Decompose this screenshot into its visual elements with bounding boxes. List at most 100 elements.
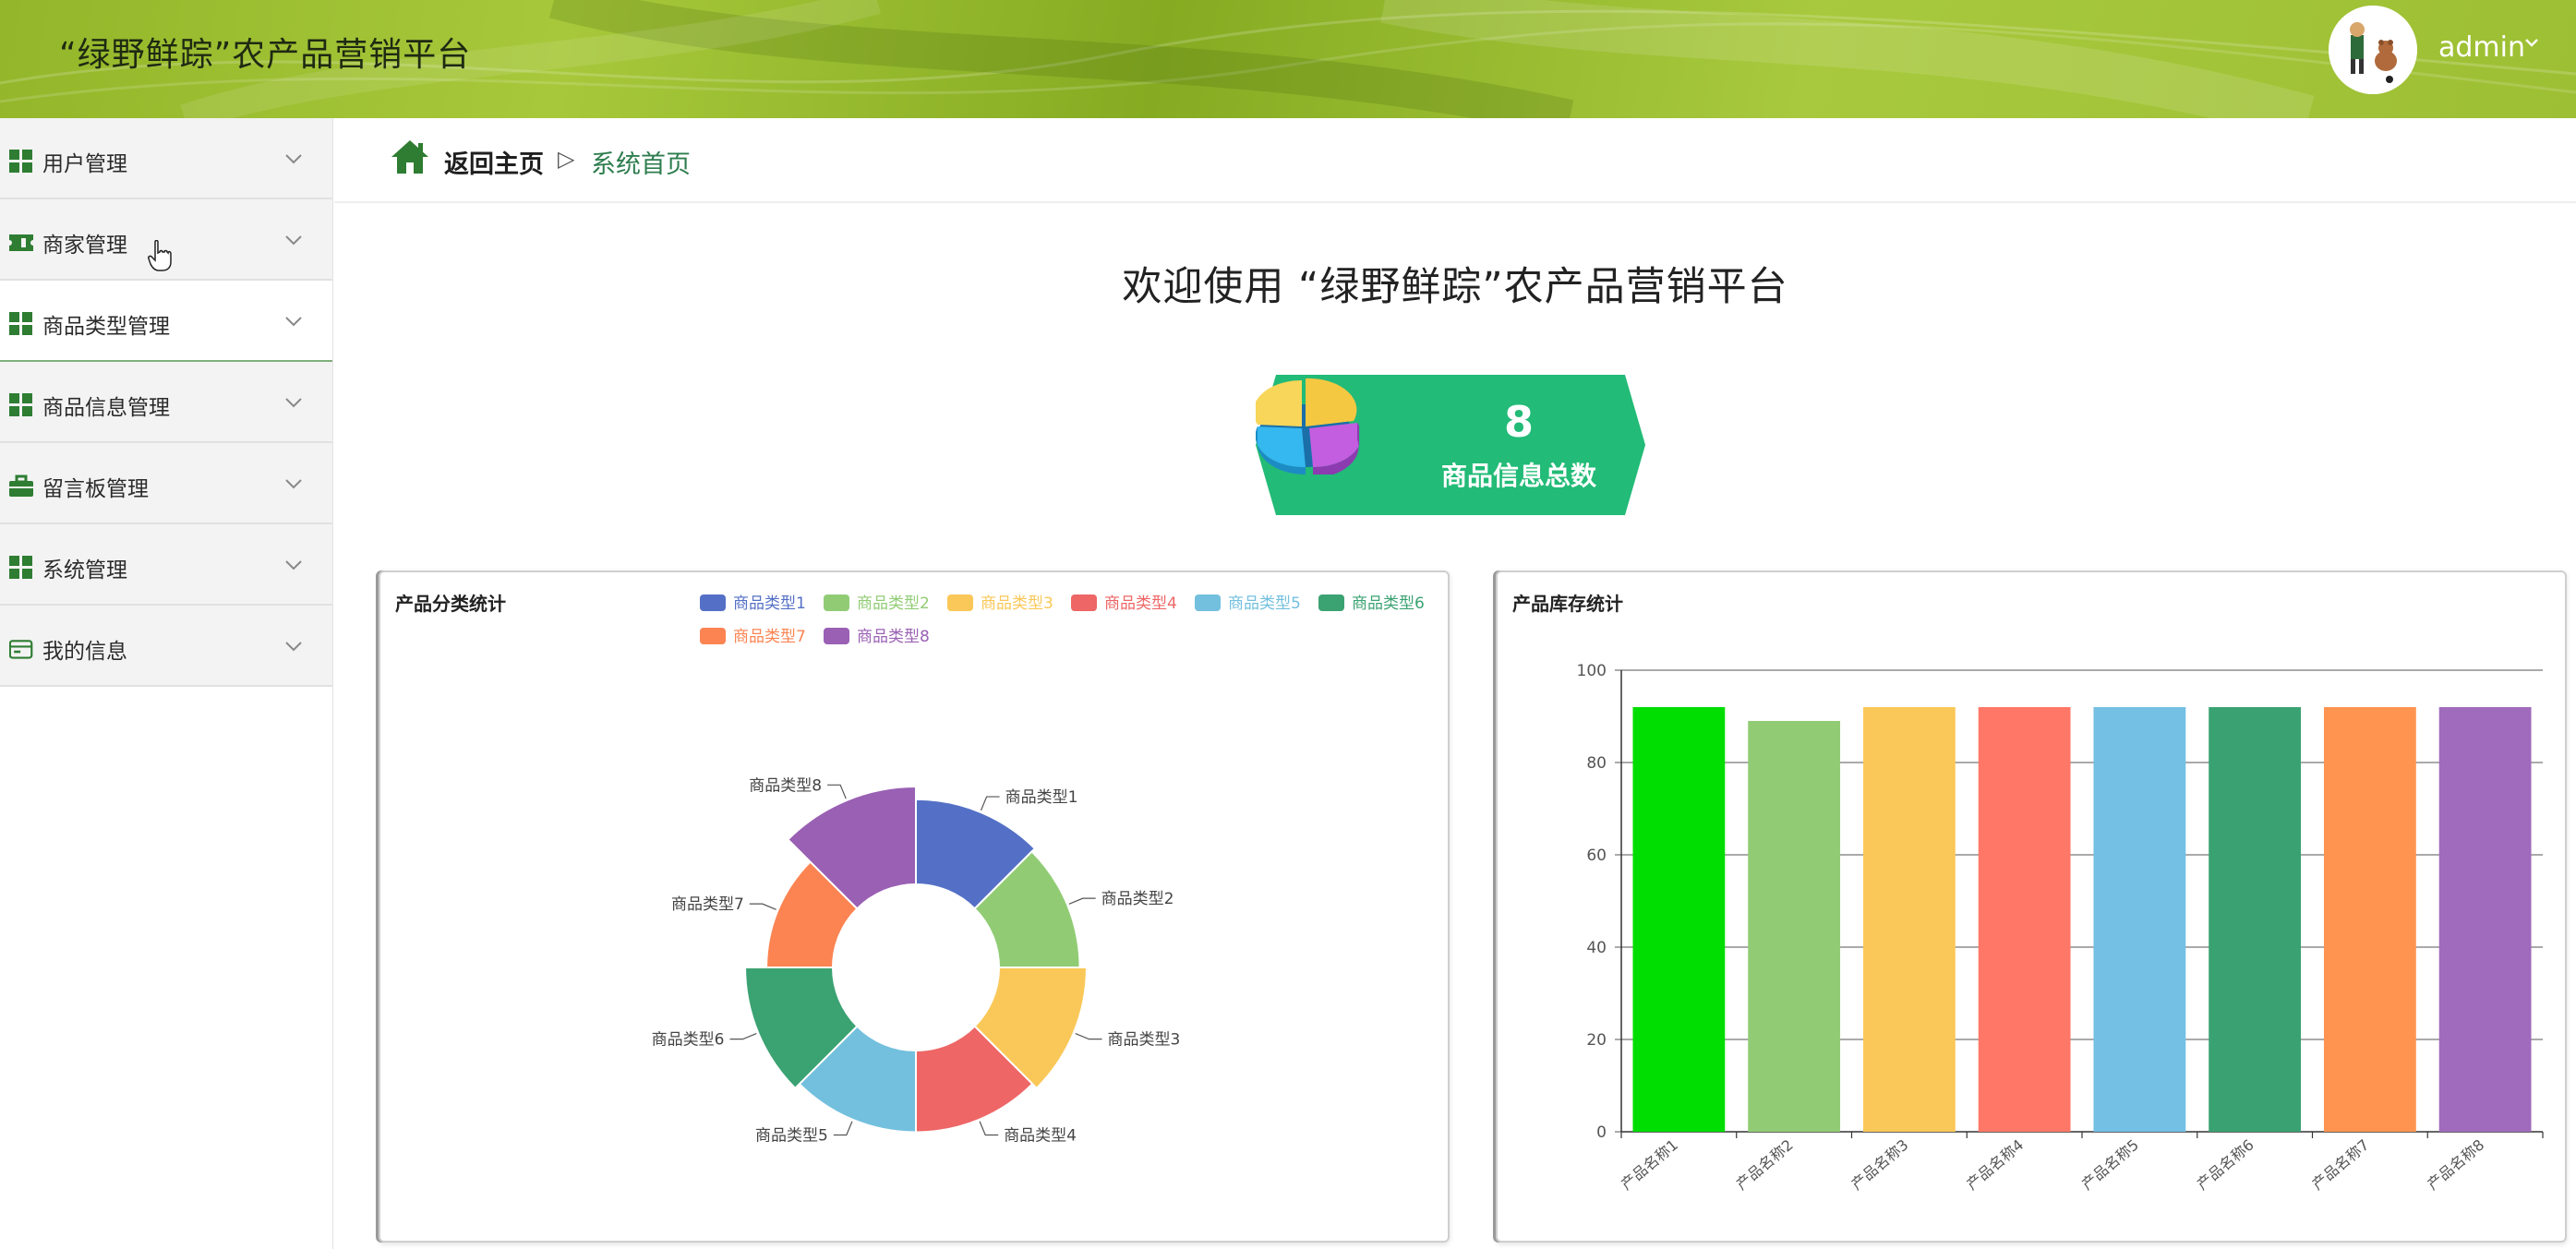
rose-donut-chart[interactable]: 商品类型1 商品类型2 商品类型3 商品类型4 商品类型5 商品类型6 商品类型7 商品类型8…	[380, 572, 1448, 1241]
sidebar-item-label: 商家管理	[42, 234, 127, 258]
legend-label: 商品类型6	[1352, 594, 1425, 613]
x-tick-label: 产品名称3	[1848, 1136, 1911, 1194]
top-header: “绿野鲜踪”农产品营销平台 admin	[0, 0, 2576, 118]
slice-leader-line	[729, 1032, 757, 1040]
hand-cursor-icon	[148, 240, 172, 271]
legend-label: 商品类型1	[733, 594, 806, 613]
chevron-down-icon	[285, 642, 302, 652]
sidebar-item-merchant-management[interactable]: 商家管理	[0, 199, 332, 281]
legend-item[interactable]: 商品类型1	[700, 594, 806, 613]
legend-item[interactable]: 商品类型7	[700, 628, 806, 646]
y-tick-label: 80	[1586, 754, 1607, 773]
y-tick-label: 20	[1586, 1031, 1607, 1050]
y-tick-label: 0	[1596, 1123, 1607, 1142]
sidebar-item-user-management[interactable]: 用户管理	[0, 118, 332, 199]
legend-swatch	[1071, 594, 1097, 611]
stat-value: 8	[1503, 397, 1534, 447]
x-tick-label: 产品名称2	[1733, 1136, 1797, 1194]
chevron-down-icon	[285, 317, 302, 327]
legend-swatch	[1318, 594, 1344, 611]
sidebar-item-system-management[interactable]: 系统管理	[0, 524, 332, 606]
legend-swatch	[947, 594, 973, 611]
legend-swatch	[824, 628, 849, 644]
slice-leader-line	[827, 784, 847, 799]
bar[interactable]	[1748, 721, 1841, 1132]
legend-swatch	[824, 594, 849, 611]
x-tick-label: 产品名称1	[1618, 1136, 1681, 1194]
y-tick-label: 40	[1586, 939, 1607, 957]
x-tick-label: 产品名称6	[2194, 1136, 2257, 1194]
pie-chart-icon	[1256, 378, 1359, 474]
sidebar-item-message-board-management[interactable]: 留言板管理	[0, 443, 332, 524]
bar[interactable]	[2323, 707, 2416, 1132]
legend-label: 商品类型7	[733, 628, 806, 646]
legend-item[interactable]: 商品类型4	[1071, 594, 1177, 613]
bar[interactable]	[1862, 707, 1956, 1132]
grid-icon	[9, 312, 32, 335]
x-tick-label: 产品名称7	[2308, 1136, 2372, 1194]
legend-label: 商品类型2	[857, 594, 930, 613]
sidebar: 用户管理 商家管理 商品类型管理 商品信息管理 留言板管理 系统管理 我的信息	[0, 118, 333, 1249]
x-tick-label: 产品名称5	[2078, 1136, 2142, 1194]
bar[interactable]	[2093, 707, 2186, 1132]
legend-label: 商品类型5	[1228, 594, 1301, 613]
avatar-image	[2329, 6, 2417, 94]
wallet-icon	[9, 640, 33, 659]
legend-item[interactable]: 商品类型6	[1318, 594, 1425, 613]
bar[interactable]	[1978, 707, 2071, 1132]
slice-label: 商品类型8	[749, 776, 822, 795]
legend-item[interactable]: 商品类型3	[947, 594, 1053, 613]
grid-icon	[9, 556, 32, 579]
slice-leader-line	[980, 796, 1000, 811]
chevron-down-icon	[285, 235, 302, 246]
sidebar-item-product-type-management[interactable]: 商品类型管理	[0, 281, 332, 362]
slice-label: 商品类型5	[755, 1127, 828, 1146]
bar-chart[interactable]: 0 20 40 60 80 100 产品名称1 产品名称2 产品名称3 产品名称4 产品名称5 产品名…	[1498, 572, 2565, 1241]
sidebar-item-label: 我的信息	[42, 640, 127, 664]
legend-swatch	[700, 594, 726, 611]
chevron-down-icon	[285, 479, 302, 489]
stat-card-product-count: 8 商品信息总数	[1256, 375, 1645, 515]
legend-label: 商品类型3	[981, 594, 1053, 613]
chevron-down-icon	[285, 560, 302, 570]
slice-leader-line	[1075, 1032, 1102, 1040]
legend-swatch	[1195, 594, 1221, 611]
ticket-icon	[9, 234, 33, 251]
slice-label: 商品类型4	[1004, 1127, 1077, 1146]
sidebar-item-my-info[interactable]: 我的信息	[0, 606, 332, 687]
slice-leader-line	[979, 1121, 999, 1136]
legend-item[interactable]: 商品类型2	[824, 594, 930, 613]
legend-label: 商品类型8	[857, 628, 930, 646]
home-icon[interactable]	[390, 138, 430, 175]
bar[interactable]	[2438, 707, 2532, 1132]
legend-item[interactable]: 商品类型5	[1195, 594, 1301, 613]
app-title: “绿野鲜踪”农产品营销平台	[59, 36, 472, 74]
sidebar-item-label: 商品信息管理	[42, 396, 170, 420]
breadcrumb-current: 系统首页	[591, 150, 691, 179]
breadcrumb-home-link[interactable]: 返回主页	[444, 144, 544, 180]
sidebar-item-product-info-management[interactable]: 商品信息管理	[0, 362, 332, 443]
sidebar-item-label: 系统管理	[42, 558, 127, 582]
avatar[interactable]	[2329, 6, 2417, 94]
sidebar-item-label: 商品类型管理	[42, 315, 170, 339]
sidebar-item-label: 用户管理	[42, 152, 127, 176]
welcome-title: 欢迎使用 “绿野鲜踪”农产品营销平台	[1122, 264, 1788, 310]
legend-item[interactable]: 商品类型8	[824, 628, 930, 646]
bar[interactable]	[1632, 707, 1726, 1132]
bar[interactable]	[2209, 707, 2302, 1132]
legend-label: 商品类型4	[1104, 594, 1177, 613]
slice-label: 商品类型6	[652, 1031, 725, 1050]
x-tick-label: 产品名称4	[1963, 1136, 2027, 1194]
y-tick-label: 100	[1577, 662, 1607, 680]
panel-inventory-stats: 产品库存统计 0 20 40 60 80 100 产品名称1 产品名称2 产品名称3 产品名称4 产…	[1496, 570, 2567, 1243]
y-tick-label: 60	[1586, 847, 1607, 865]
slice-label: 商品类型7	[671, 895, 744, 914]
slice-leader-line	[833, 1121, 853, 1136]
breadcrumb-separator: ▷	[558, 146, 575, 172]
slice-label: 商品类型2	[1101, 890, 1174, 908]
user-name[interactable]: admin	[2438, 31, 2525, 64]
stat-label: 商品信息总数	[1440, 461, 1596, 491]
legend-swatch	[700, 628, 726, 644]
grid-icon	[9, 150, 32, 173]
chevron-down-icon[interactable]	[2524, 37, 2539, 48]
